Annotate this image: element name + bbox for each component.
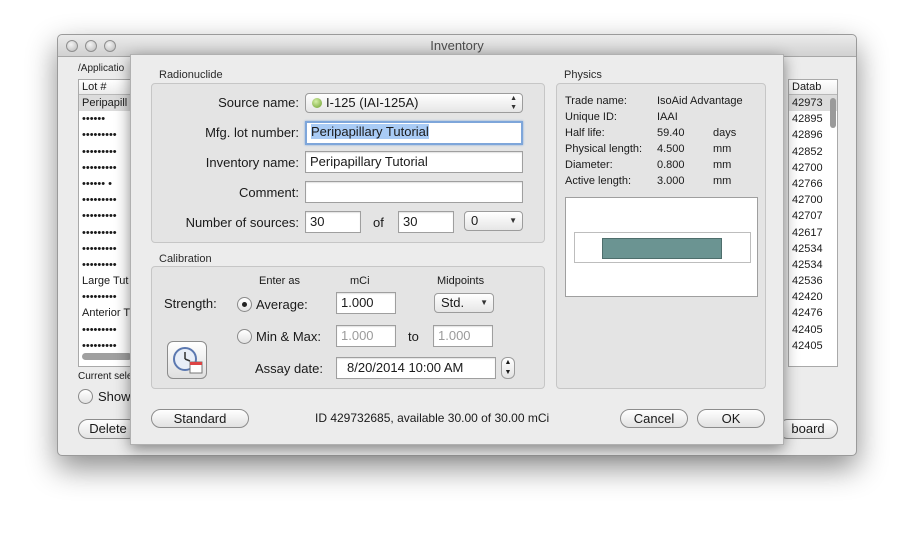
comment-label: Comment:: [239, 185, 299, 200]
midpoints-select-value: Std.: [441, 295, 465, 310]
show-all-label: Show: [98, 389, 131, 404]
comment-input[interactable]: [305, 181, 523, 203]
physics-unit: mm: [713, 143, 732, 155]
assay-date-input[interactable]: 8/20/2014 10:00 AM: [336, 357, 496, 379]
lot-table-row[interactable]: •••••••••: [79, 322, 137, 338]
physics-value: 3.000: [657, 175, 685, 187]
of-label: of: [373, 215, 384, 230]
current-selection-label: Current sele: [78, 371, 133, 382]
sources-select[interactable]: 0 ▼: [464, 211, 523, 231]
min-input[interactable]: 1.000: [336, 325, 396, 347]
lot-table[interactable]: Lot # Peripapill •••••• ••••••••• ••••••••…: [78, 79, 138, 367]
physics-label: Active length:: [565, 175, 632, 187]
mfg-lot-input[interactable]: Peripapillary Tutorial: [305, 121, 523, 145]
midpoints-label: Midpoints: [437, 275, 485, 287]
average-label: Average:: [256, 297, 308, 312]
active-length-bar: [602, 238, 722, 259]
physics-label: Unique ID:: [565, 111, 617, 123]
physics-value: 0.800: [657, 159, 685, 171]
database-column-header[interactable]: Datab: [789, 80, 837, 95]
chevron-down-icon: ▼: [509, 216, 517, 225]
lot-table-row[interactable]: •••••••••: [79, 160, 137, 176]
physics-label: Half life:: [565, 127, 605, 139]
number-of-sources-input[interactable]: 30: [305, 211, 361, 233]
inventory-name-label: Inventory name:: [205, 155, 299, 170]
lot-table-row[interactable]: •••••••••: [79, 192, 137, 208]
physics-value: 59.40: [657, 127, 685, 139]
average-radio[interactable]: [237, 297, 252, 312]
file-path-label: /Applicatio: [78, 63, 125, 74]
clock-calendar-icon: [173, 347, 203, 374]
scrollbar-thumb[interactable]: [830, 98, 836, 128]
physics-label: Diameter:: [565, 159, 613, 171]
clipboard-button[interactable]: board: [778, 419, 838, 439]
lot-table-row[interactable]: Anterior T: [79, 305, 137, 321]
stepper-arrows-icon: ▲ ▼: [510, 95, 517, 111]
lot-column-header[interactable]: Lot #: [79, 80, 137, 95]
database-table[interactable]: Datab 42973 42895 42896 42852 42700 42766 4270…: [788, 79, 838, 367]
number-of-sources-label: Number of sources:: [185, 215, 299, 230]
physics-group-title: Physics: [564, 69, 602, 81]
lot-table-row[interactable]: •••••••••: [79, 257, 137, 273]
strength-label: Strength:: [164, 296, 217, 311]
calibration-group-title: Calibration: [159, 253, 212, 265]
lot-table-row[interactable]: Peripapill: [79, 95, 137, 112]
mfg-lot-label: Mfg. lot number:: [205, 125, 299, 140]
source-diagram: [565, 197, 758, 297]
lot-table-row[interactable]: •••••••••: [79, 127, 137, 143]
physics-value: 4.500: [657, 143, 685, 155]
lot-table-row[interactable]: •••••••••: [79, 208, 137, 224]
physics-unit: mm: [713, 159, 732, 171]
show-all-radio[interactable]: [78, 389, 93, 404]
lot-table-row[interactable]: •••••• •: [79, 176, 137, 192]
average-input[interactable]: 1.000: [336, 292, 396, 314]
status-text: ID 429732685, available 30.00 of 30.00 m…: [315, 411, 550, 425]
horizontal-scrollbar[interactable]: [82, 353, 132, 360]
unit-label: mCi: [350, 275, 370, 287]
zoom-window-button[interactable]: [104, 40, 116, 52]
physics-value: IsoAid Advantage: [657, 95, 743, 107]
delete-button[interactable]: Delete: [78, 419, 138, 439]
calibration-clock-button[interactable]: [167, 341, 207, 379]
source-dialog: Radionuclide Source name: I-125 (IAI-125…: [130, 54, 784, 445]
enter-as-label: Enter as: [259, 275, 300, 287]
physics-unit: mm: [713, 175, 732, 187]
cancel-button[interactable]: Cancel: [620, 409, 688, 428]
ok-button[interactable]: OK: [697, 409, 765, 428]
physics-label: Physical length:: [565, 143, 643, 155]
max-input[interactable]: 1.000: [433, 325, 493, 347]
lot-table-row[interactable]: •••••••••: [79, 289, 137, 305]
source-name-value: I-125 (IAI-125A): [326, 95, 419, 110]
min-max-label: Min & Max:: [256, 329, 322, 344]
lot-table-row[interactable]: Large Tut: [79, 273, 137, 289]
physics-label: Trade name:: [565, 95, 627, 107]
to-label: to: [408, 329, 419, 344]
physics-unit: days: [713, 127, 737, 139]
chevron-down-icon: ▼: [480, 298, 488, 307]
min-max-radio[interactable]: [237, 329, 252, 344]
lot-table-row[interactable]: •••••••••: [79, 338, 137, 354]
sources-select-value: 0: [471, 213, 479, 228]
source-name-label: Source name:: [218, 95, 299, 110]
mfg-lot-value: Peripapillary Tutorial: [311, 124, 429, 139]
lot-table-row[interactable]: •••••••••: [79, 241, 137, 257]
inventory-name-input[interactable]: Peripapillary Tutorial: [305, 151, 523, 173]
standard-button[interactable]: Standard: [151, 409, 249, 428]
close-window-button[interactable]: [66, 40, 78, 52]
lot-table-row[interactable]: •••••••••: [79, 225, 137, 241]
minimize-window-button[interactable]: [85, 40, 97, 52]
total-sources-input[interactable]: 30: [398, 211, 454, 233]
vertical-scrollbar[interactable]: [830, 96, 836, 366]
source-name-select[interactable]: I-125 (IAI-125A) ▲ ▼: [305, 93, 523, 113]
radionuclide-group-title: Radionuclide: [159, 69, 223, 81]
lot-table-row[interactable]: •••••••••: [79, 144, 137, 160]
status-dot-icon: [312, 98, 322, 108]
physics-value: IAAI: [657, 111, 678, 123]
midpoints-select[interactable]: Std. ▼: [434, 293, 494, 313]
lot-table-row[interactable]: ••••••: [79, 111, 137, 127]
window-title: Inventory: [430, 38, 484, 53]
assay-date-label: Assay date:: [255, 361, 323, 376]
date-stepper[interactable]: ▲ ▼: [501, 357, 515, 379]
